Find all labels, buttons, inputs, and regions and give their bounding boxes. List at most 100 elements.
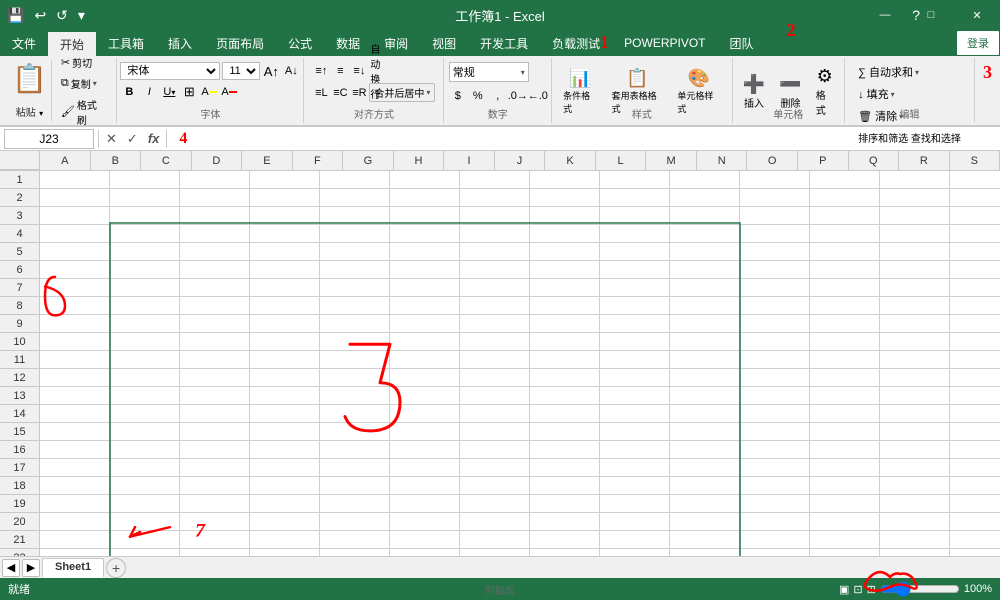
cell-M4[interactable] (880, 225, 950, 243)
cell-H20[interactable] (530, 513, 600, 531)
cell-A6[interactable] (40, 261, 110, 279)
cell-C10[interactable] (180, 333, 250, 351)
cell-H9[interactable] (530, 315, 600, 333)
bold-button[interactable]: B (120, 83, 138, 101)
cell-A1[interactable] (40, 171, 110, 189)
cell-E10[interactable] (320, 333, 390, 351)
cell-D18[interactable] (250, 477, 320, 495)
row-header-18[interactable]: 18 (0, 477, 40, 495)
cell-K13[interactable] (740, 387, 810, 405)
cell-C4[interactable] (180, 225, 250, 243)
cell-F9[interactable] (390, 315, 460, 333)
cell-M10[interactable] (880, 333, 950, 351)
cell-G14[interactable] (460, 405, 530, 423)
cell-M2[interactable] (880, 189, 950, 207)
customize-quick-btn[interactable]: ▾ (75, 5, 88, 26)
cell-M18[interactable] (880, 477, 950, 495)
cell-L9[interactable] (810, 315, 880, 333)
cell-C6[interactable] (180, 261, 250, 279)
cell-H13[interactable] (530, 387, 600, 405)
cell-B18[interactable] (110, 477, 180, 495)
cell-B2[interactable] (110, 189, 180, 207)
cell-H4[interactable] (530, 225, 600, 243)
cell-C13[interactable] (180, 387, 250, 405)
cell-K12[interactable] (740, 369, 810, 387)
cell-E22[interactable] (320, 549, 390, 556)
cell-E16[interactable] (320, 441, 390, 459)
name-box[interactable] (4, 129, 94, 149)
cell-D8[interactable] (250, 297, 320, 315)
paste-button[interactable]: 📋 (12, 62, 47, 95)
cell-A21[interactable] (40, 531, 110, 549)
fill-color-button[interactable]: A (200, 83, 218, 101)
cell-C18[interactable] (180, 477, 250, 495)
cell-E5[interactable] (320, 243, 390, 261)
tab-loadtest[interactable]: 负载测试 (540, 30, 612, 56)
cell-H1[interactable] (530, 171, 600, 189)
save-quick-btn[interactable]: 💾 (4, 5, 27, 26)
cell-J11[interactable] (670, 351, 740, 369)
cell-J2[interactable] (670, 189, 740, 207)
cell-I20[interactable] (600, 513, 670, 531)
italic-button[interactable]: I (140, 83, 158, 101)
cell-A16[interactable] (40, 441, 110, 459)
cell-B10[interactable] (110, 333, 180, 351)
cell-D5[interactable] (250, 243, 320, 261)
cell-B19[interactable] (110, 495, 180, 513)
col-header-D[interactable]: D (192, 151, 243, 170)
close-btn[interactable]: ✕ (954, 0, 1000, 30)
cell-H18[interactable] (530, 477, 600, 495)
cell-H5[interactable] (530, 243, 600, 261)
merge-center-btn[interactable]: 合并后居中 ▾ (369, 83, 435, 102)
cell-I21[interactable] (600, 531, 670, 549)
cell-I13[interactable] (600, 387, 670, 405)
cell-D6[interactable] (250, 261, 320, 279)
col-header-L[interactable]: L (596, 151, 647, 170)
col-header-G[interactable]: G (343, 151, 394, 170)
cell-D10[interactable] (250, 333, 320, 351)
cell-H11[interactable] (530, 351, 600, 369)
row-header-14[interactable]: 14 (0, 405, 40, 423)
cell-C15[interactable] (180, 423, 250, 441)
tab-data[interactable]: 数据 (324, 30, 372, 56)
cell-E3[interactable] (320, 207, 390, 225)
cell-L20[interactable] (810, 513, 880, 531)
increase-decimal-btn[interactable]: .0→ (509, 87, 527, 105)
cell-H21[interactable] (530, 531, 600, 549)
col-header-J[interactable]: J (495, 151, 546, 170)
cell-D21[interactable] (250, 531, 320, 549)
cell-I2[interactable] (600, 189, 670, 207)
col-header-N[interactable]: N (697, 151, 748, 170)
cell-M22[interactable] (880, 549, 950, 556)
cell-J7[interactable] (670, 279, 740, 297)
cell-L7[interactable] (810, 279, 880, 297)
cell-A11[interactable] (40, 351, 110, 369)
cell-M12[interactable] (880, 369, 950, 387)
cell-D12[interactable] (250, 369, 320, 387)
cell-L15[interactable] (810, 423, 880, 441)
cell-B8[interactable] (110, 297, 180, 315)
cell-K20[interactable] (740, 513, 810, 531)
cell-E8[interactable] (320, 297, 390, 315)
cell-A14[interactable] (40, 405, 110, 423)
row-header-7[interactable]: 7 (0, 279, 40, 297)
cell-M6[interactable] (880, 261, 950, 279)
cell-G12[interactable] (460, 369, 530, 387)
cell-M8[interactable] (880, 297, 950, 315)
cell-K8[interactable] (740, 297, 810, 315)
font-color-button[interactable]: A (220, 83, 238, 101)
cell-N1[interactable] (950, 171, 1000, 189)
col-header-K[interactable]: K (545, 151, 596, 170)
cell-F4[interactable] (390, 225, 460, 243)
cell-N7[interactable] (950, 279, 1000, 297)
cell-K11[interactable] (740, 351, 810, 369)
row-header-20[interactable]: 20 (0, 513, 40, 531)
tab-powerpivot[interactable]: POWERPIVOT (612, 30, 717, 56)
cell-J8[interactable] (670, 297, 740, 315)
cell-E19[interactable] (320, 495, 390, 513)
row-header-21[interactable]: 21 (0, 531, 40, 549)
next-sheet-btn[interactable]: ▶ (22, 559, 40, 577)
cell-J20[interactable] (670, 513, 740, 531)
cell-K21[interactable] (740, 531, 810, 549)
col-header-O[interactable]: O (747, 151, 798, 170)
